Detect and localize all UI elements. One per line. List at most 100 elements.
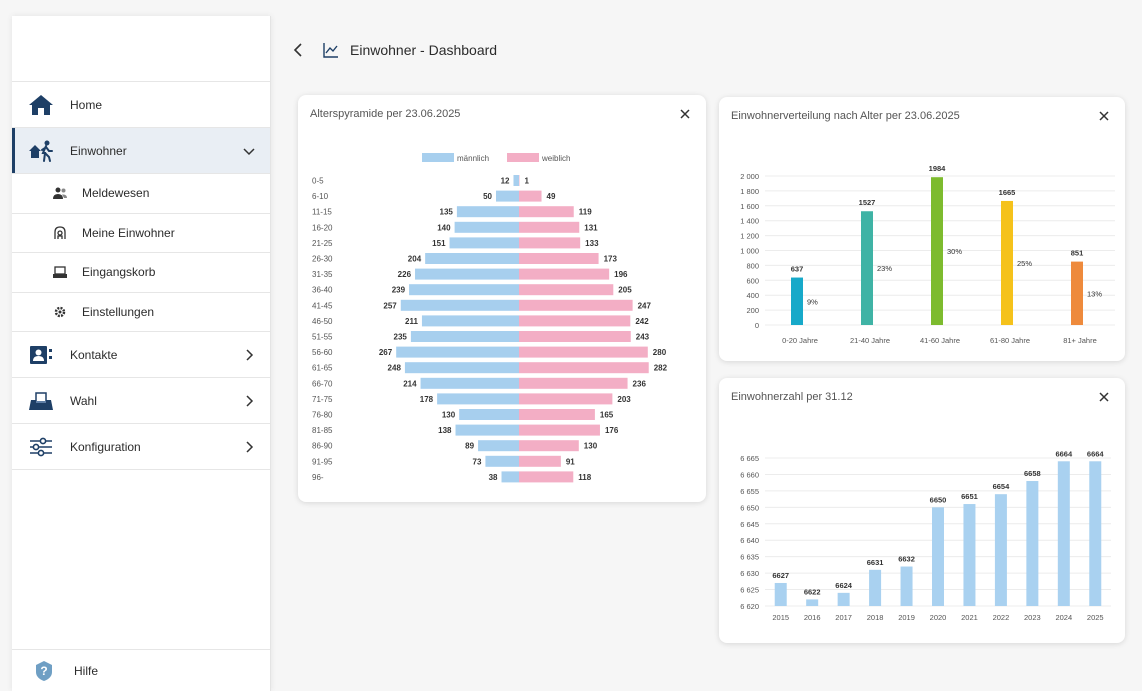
sidebar-subitem-meine-einwohner[interactable]: Meine Einwohner (12, 214, 270, 253)
population-bar (806, 599, 819, 606)
pyramid-bar-male (485, 455, 519, 467)
pyramid-value-female: 118 (578, 473, 591, 482)
pyramid-bar-male (396, 346, 519, 358)
pyramid-value-male: 239 (392, 286, 406, 295)
sidebar-subitem-meldewesen[interactable]: Meldewesen (12, 174, 270, 214)
sidebar-item-einwohner[interactable]: Einwohner (12, 128, 270, 174)
population-value-label: 6664 (1087, 449, 1105, 458)
population-chart: 6 620 6 625 6 630 6 635 6 640 6 645 6 650 6 655… (740, 449, 1111, 622)
line-chart-icon (322, 41, 340, 59)
pyramid-bar-female (519, 440, 579, 452)
sidebar-item-wahl[interactable]: Wahl (12, 378, 270, 424)
age-percent-label: 9% (807, 297, 818, 306)
y-tick-label: 6 630 (740, 569, 759, 578)
pyramid-age-label: 31-35 (312, 270, 333, 279)
sidebar-subitem-label: Meldewesen (82, 186, 150, 201)
pyramid-value-female: 131 (584, 223, 598, 232)
age-value-label: 1984 (929, 164, 947, 173)
sliders-icon (26, 435, 56, 459)
pyramid-bar-male (478, 440, 519, 452)
pyramid-bar-male (420, 377, 519, 389)
sidebar-item-label: Kontakte (70, 347, 118, 362)
pyramid-value-female: 133 (585, 239, 599, 248)
age-value-label: 1665 (999, 188, 1016, 197)
pyramid-age-label: 81-85 (312, 426, 333, 435)
pyramid-value-female: 247 (638, 301, 652, 310)
y-tick-label: 200 (746, 306, 759, 315)
sidebar-item-label: Konfiguration (70, 439, 141, 454)
sidebar-item-label: Einwohner (70, 143, 127, 158)
population-bar (932, 507, 944, 606)
pyramid-value-female: 173 (604, 255, 618, 264)
pyramid-value-male: 235 (394, 333, 408, 342)
pyramid-value-female: 236 (633, 379, 647, 388)
x-tick-label: 2019 (898, 613, 915, 622)
back-button[interactable] (288, 40, 308, 60)
pyramid-value-male: 257 (383, 301, 397, 310)
sidebar-item-home[interactable]: Home (12, 82, 270, 128)
pyramid-bar-female (519, 284, 614, 296)
y-tick-label: 0 (755, 321, 759, 330)
legend-label-male: männlich (457, 154, 489, 163)
sidebar-item-konfiguration[interactable]: Konfiguration (12, 424, 270, 470)
population-bar (900, 566, 913, 606)
card-einwohnerverteilung: Einwohnerverteilung nach Alter per 23.06… (719, 97, 1125, 361)
pyramid-bar-male (410, 331, 519, 342)
pyramid-value-male: 178 (420, 395, 434, 404)
pyramid-age-label: 61-65 (312, 364, 333, 373)
page-header: Einwohner - Dashboard (288, 38, 497, 62)
sidebar-item-hilfe[interactable]: ? Hilfe (12, 649, 270, 691)
population-value-label: 6654 (993, 482, 1011, 491)
sidebar-subitem-label: Einstellungen (82, 304, 155, 319)
pyramid-bar-male (404, 362, 519, 374)
x-tick-label: 2024 (1055, 613, 1072, 622)
pyramid-bar-female (519, 237, 581, 249)
x-tick-label: 81+ Jahre (1063, 336, 1097, 345)
age-bar (861, 211, 873, 325)
population-bar (1057, 461, 1070, 606)
pyramid-bar-male (449, 237, 519, 249)
sidebar-item-kontakte[interactable]: Kontakte (12, 332, 270, 378)
pyramid-value-male: 204 (408, 255, 422, 264)
pyramid-bar-male (425, 253, 519, 264)
y-tick-label: 2 000 (740, 172, 759, 181)
page-title: Einwohner - Dashboard (350, 42, 498, 58)
y-tick-label: 1 800 (740, 187, 759, 196)
pyramid-bar-female (519, 221, 580, 233)
pyramid-bar-female (519, 253, 599, 264)
pyramid-value-male: 12 (501, 177, 510, 186)
sidebar-item-label: Wahl (70, 393, 97, 408)
age-bar (1071, 261, 1083, 325)
pyramid-bar-male (501, 471, 519, 483)
sidebar-subitem-eingangskorb[interactable]: Eingangskorb (12, 253, 270, 293)
gear-icon (52, 304, 68, 320)
legend-swatch-female (507, 153, 539, 162)
age-percent-label: 30% (947, 247, 962, 256)
chevron-down-icon (242, 144, 256, 158)
x-tick-label: 0-20 Jahre (782, 336, 818, 345)
y-tick-label: 1 200 (740, 232, 759, 241)
pyramid-bar-female (519, 299, 633, 311)
pyramid-value-female: 282 (654, 364, 668, 373)
pyramid-age-label: 96- (312, 473, 324, 482)
y-tick-label: 600 (746, 276, 759, 285)
pyramid-value-male: 214 (403, 379, 417, 388)
x-tick-label: 21-40 Jahre (850, 336, 890, 345)
population-bar (963, 504, 976, 606)
pyramid-value-male: 140 (437, 223, 451, 232)
home-icon (26, 93, 56, 117)
chevron-right-icon (242, 348, 256, 362)
sidebar-item-label: Hilfe (74, 663, 99, 678)
pyramid-value-male: 267 (379, 348, 393, 357)
y-tick-label: 6 635 (740, 553, 759, 562)
sidebar-subitem-einstellungen[interactable]: Einstellungen (12, 293, 270, 332)
pyramid-bar-female (519, 455, 561, 467)
population-value-label: 6631 (867, 558, 884, 567)
pyramid-bar-female (519, 315, 631, 327)
population-value-label: 6622 (804, 587, 821, 596)
pyramid-age-label: 66-70 (312, 379, 333, 388)
pyramid-value-male: 73 (473, 457, 482, 466)
y-tick-label: 6 645 (740, 520, 759, 529)
pyramid-age-label: 41-45 (312, 301, 333, 310)
population-value-label: 6658 (1024, 469, 1041, 478)
